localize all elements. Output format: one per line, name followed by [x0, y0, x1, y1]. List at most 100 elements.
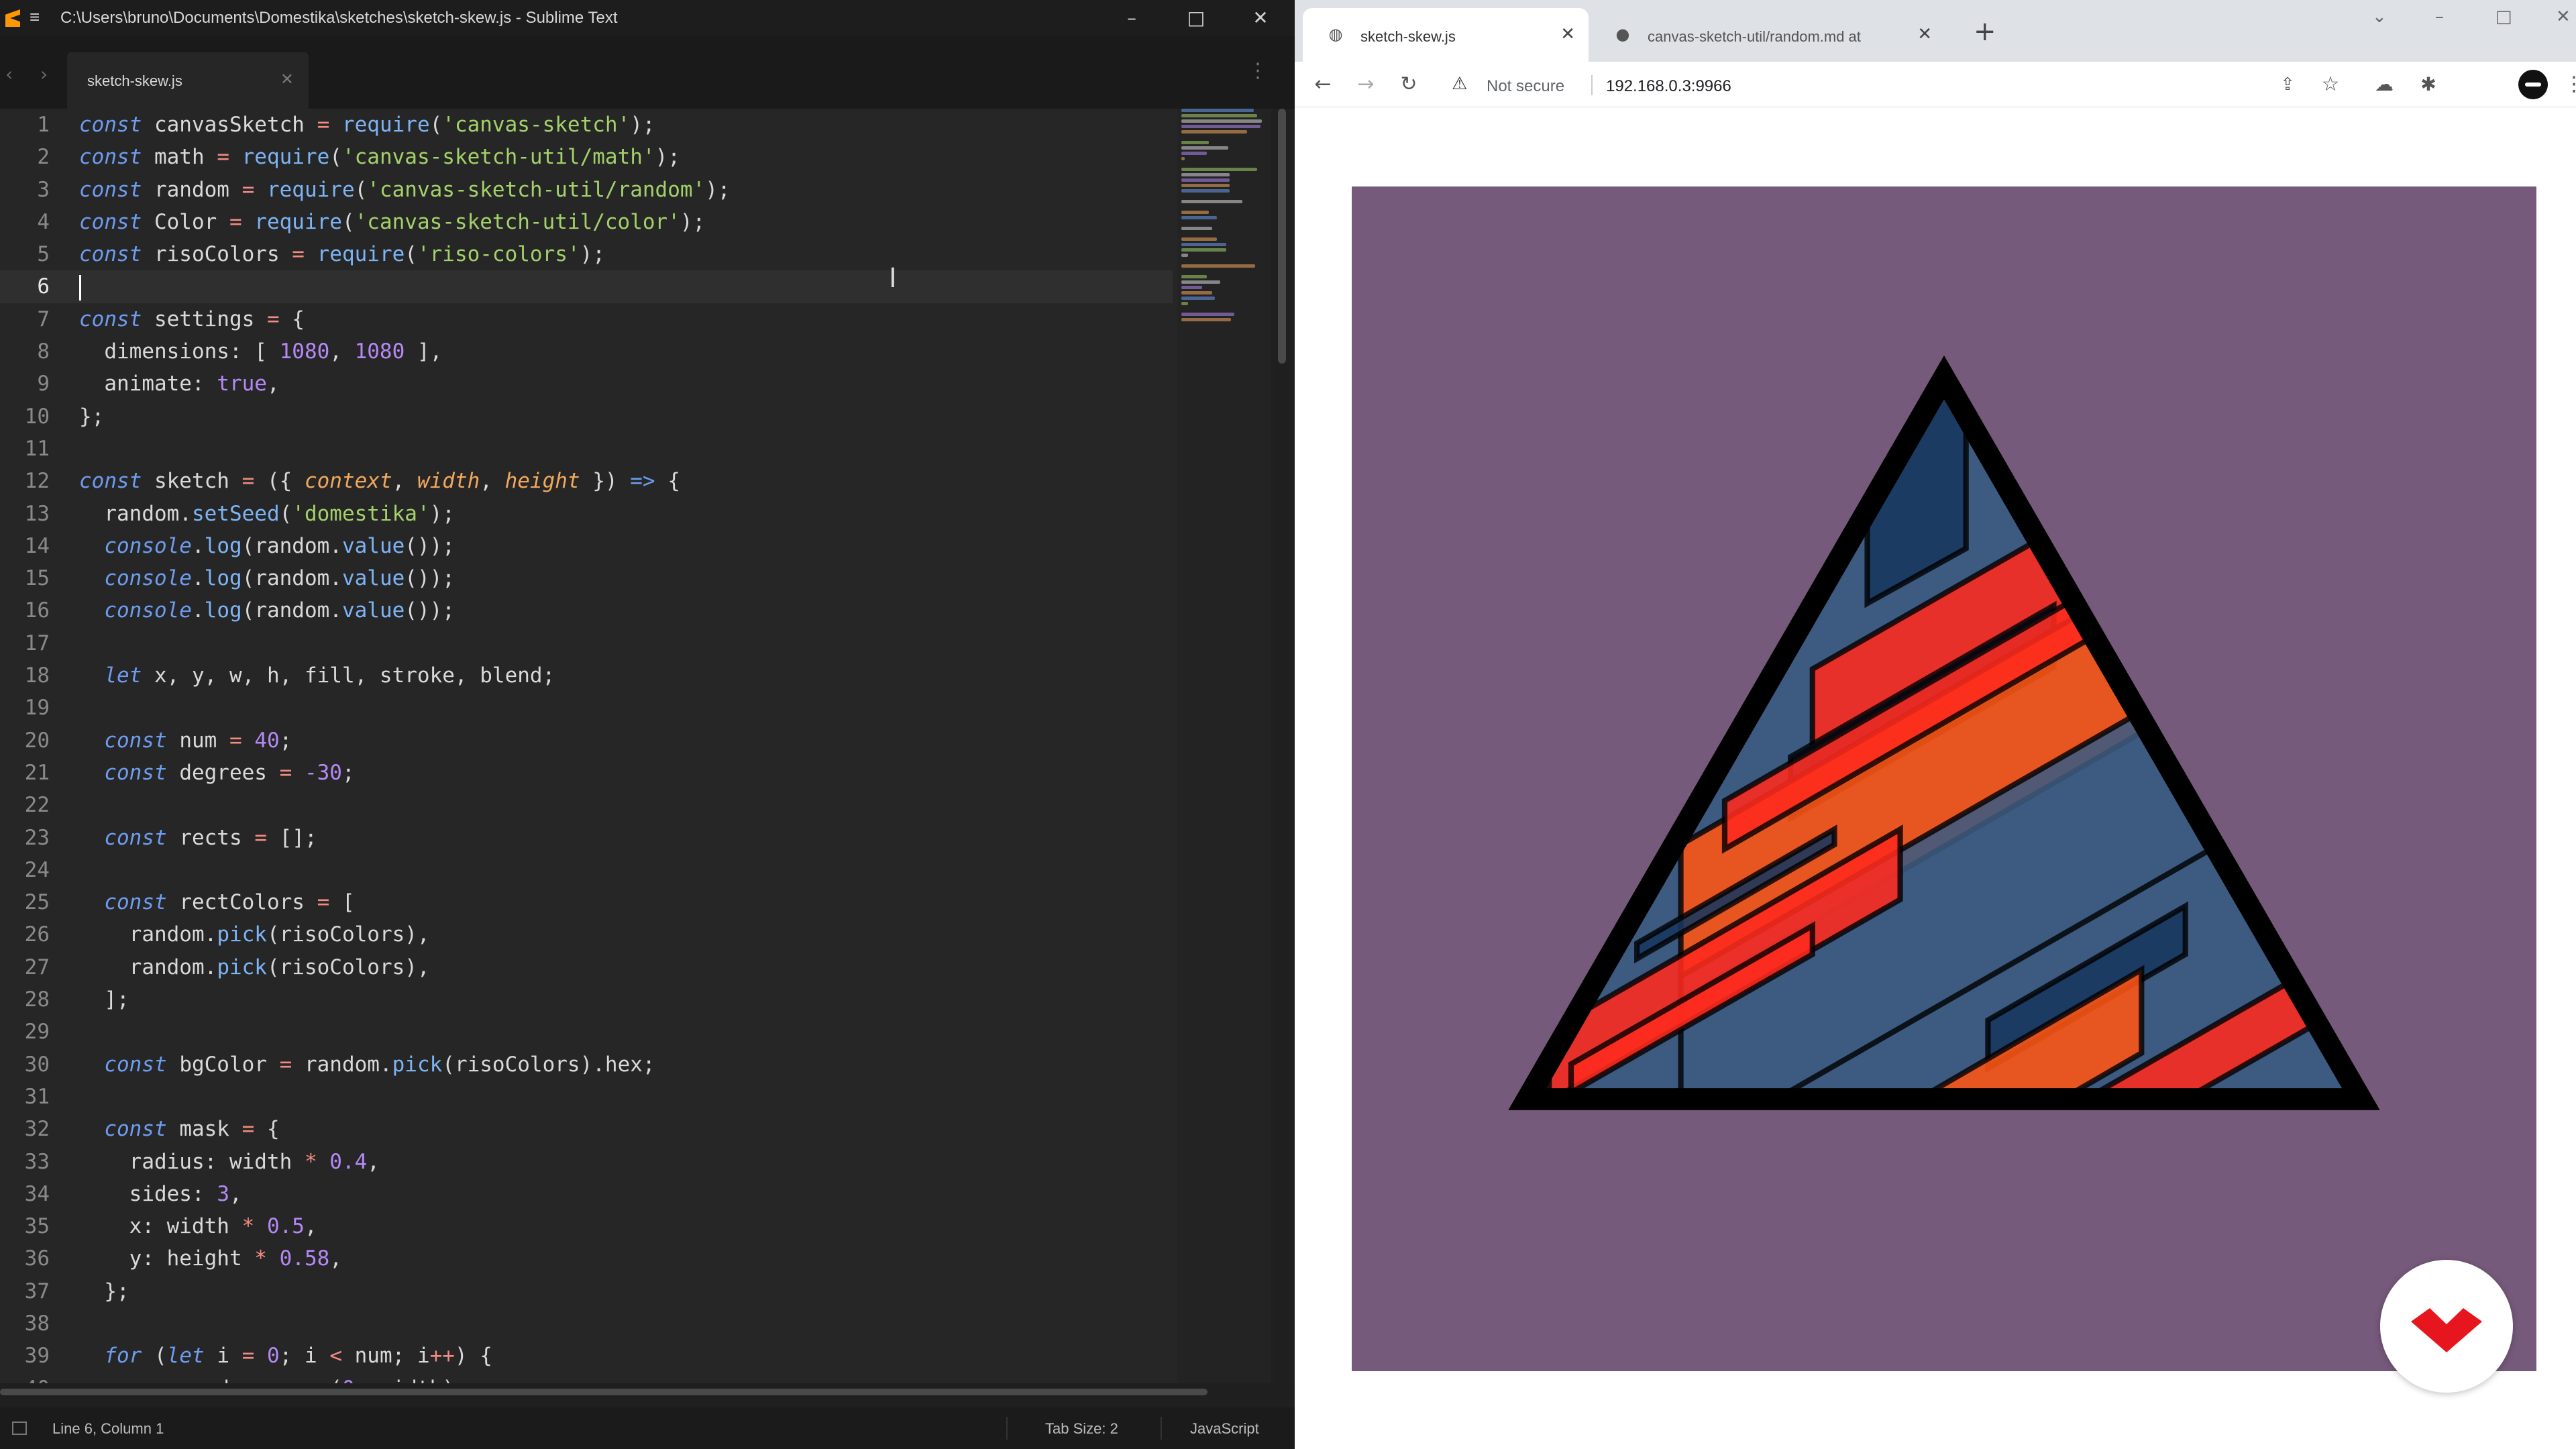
tab-size[interactable]: Tab Size: 2 [1045, 1420, 1118, 1438]
code-line[interactable]: random.pick(risoColors), [79, 951, 1173, 983]
syntax-selector[interactable]: JavaScript [1190, 1420, 1259, 1438]
code-line[interactable]: y: height * 0.58, [79, 1242, 1173, 1275]
minimap[interactable] [1177, 109, 1271, 1383]
new-tab-icon[interactable]: + [1974, 16, 1996, 47]
code-line[interactable]: for (let i = 0; i < num; i++) { [79, 1340, 1173, 1372]
code-line[interactable]: console.log(random.value()); [79, 594, 1173, 627]
tab-back-icon[interactable]: ‹ [5, 63, 13, 85]
code-line[interactable]: x = random.range(0, width); [79, 1373, 1173, 1383]
domestika-mark [2411, 1308, 2482, 1352]
scroll-thumb[interactable] [1278, 109, 1286, 364]
code-line[interactable]: ]; [79, 983, 1173, 1016]
browser-tab-close-icon[interactable]: ✕ [1560, 24, 1575, 44]
code-line[interactable]: const settings = { [79, 303, 1173, 335]
code-line[interactable] [64, 270, 1173, 303]
code-line[interactable]: sides: 3, [79, 1178, 1173, 1210]
browser-tab-github[interactable]: ● canvas-sketch-util/random.md at ✕ [1590, 8, 1945, 62]
back-icon[interactable]: ← [1309, 71, 1336, 98]
code-line[interactable] [79, 433, 1173, 465]
code-line[interactable] [79, 789, 1173, 821]
profile-avatar-icon[interactable] [2518, 70, 2548, 99]
panel-switcher-icon[interactable] [12, 1421, 27, 1435]
code-line[interactable]: console.log(random.value()); [79, 530, 1173, 562]
cursor-position[interactable]: Line 6, Column 1 [52, 1420, 164, 1438]
bookmark-star-icon[interactable]: ☆ [2317, 71, 2344, 98]
code-area[interactable]: const canvasSketch = require('canvas-ske… [64, 109, 1173, 1383]
code-line[interactable]: const degrees = -30; [79, 757, 1173, 789]
url-text[interactable]: 192.168.0.3:9966 [1606, 77, 1731, 96]
code-line[interactable]: const num = 40; [79, 724, 1173, 757]
chrome-menu-icon[interactable]: ⋮ [2564, 71, 2576, 98]
code-line[interactable]: const random = require('canvas-sketch-ut… [79, 174, 1173, 206]
sublime-title-bar[interactable]: ≡ C:\Users\bruno\Documents\Domestika\ske… [0, 0, 1295, 36]
code-line[interactable] [79, 1081, 1173, 1113]
code-line[interactable] [79, 1307, 1173, 1340]
code-token: ( [429, 113, 443, 137]
code-line[interactable]: const canvasSketch = require('canvas-ske… [79, 109, 1173, 141]
code-line[interactable]: const risoColors = require('riso-colors'… [79, 238, 1173, 270]
code-editor[interactable]: 1 2 3 4 5 6 7 8 9 10 11 12 13 14 15 16 17 18 19 20 21 22 23 24 2… [0, 109, 1177, 1383]
maximize-icon[interactable]: □ [1181, 5, 1212, 31]
code-line[interactable]: random.setSeed('domestika'); [79, 498, 1173, 530]
tab-sketch-skew[interactable]: sketch-skew.js ✕ [67, 52, 309, 109]
extensions-icon[interactable]: ✱ [2415, 71, 2442, 98]
code-line[interactable]: const rectColors = [ [79, 886, 1173, 918]
code-line[interactable]: const sketch = ({ context, width, height… [79, 465, 1173, 497]
code-line[interactable]: const mask = { [79, 1113, 1173, 1145]
address-bar[interactable]: ⚠ Not secure 192.168.0.3:9966 [1442, 67, 2267, 102]
code-token: 40 [241, 728, 280, 753]
tab-menu-icon[interactable]: ⋮ [1248, 59, 1268, 83]
code-token: }; [79, 1279, 129, 1303]
code-line[interactable]: const Color = require('canvas-sketch-uti… [79, 206, 1173, 238]
code-line[interactable]: random.pick(risoColors), [79, 918, 1173, 951]
code-token: ()); [405, 566, 455, 591]
code-token: let [166, 1344, 205, 1368]
code-line[interactable]: const bgColor = random.pick(risoColors).… [79, 1049, 1173, 1081]
line-number: 27 [24, 955, 50, 979]
scroll-thumb-horizontal[interactable] [0, 1389, 1208, 1395]
cloud-icon[interactable]: ☁ [2371, 71, 2398, 98]
tab-close-icon[interactable]: ✕ [280, 70, 294, 89]
code-line[interactable] [79, 692, 1173, 724]
code-line[interactable]: const math = require('canvas-sketch-util… [79, 141, 1173, 173]
code-token: * [254, 1246, 267, 1271]
tab-search-icon[interactable]: ⌄ [2372, 7, 2387, 27]
horizontal-scrollbar[interactable] [0, 1383, 1295, 1399]
tab-forward-icon[interactable]: › [40, 63, 48, 85]
browser-maximize-icon[interactable]: □ [2496, 7, 2512, 27]
share-icon[interactable]: ⇪ [2274, 71, 2301, 98]
browser-close-icon[interactable]: ✕ [2556, 7, 2571, 27]
code-line[interactable]: }; [79, 1275, 1173, 1307]
close-icon[interactable]: ✕ [1245, 5, 1276, 31]
security-label[interactable]: Not secure [1487, 77, 1564, 96]
code-token: ); [680, 209, 706, 234]
code-line[interactable] [79, 627, 1173, 659]
domestika-logo-icon[interactable] [2380, 1260, 2513, 1393]
warning-icon[interactable]: ⚠ [1452, 74, 1467, 94]
vertical-scrollbar[interactable] [1277, 109, 1287, 1383]
code-line[interactable]: radius: width * 0.4, [79, 1146, 1173, 1178]
code-line[interactable]: const rects = []; [79, 822, 1173, 854]
browser-tab-sketch[interactable]: ◍ sketch-skew.js ✕ [1303, 8, 1589, 62]
reload-icon[interactable]: ↻ [1395, 71, 1422, 98]
code-line[interactable]: x: width * 0.5, [79, 1210, 1173, 1242]
forward-icon[interactable]: → [1352, 71, 1379, 98]
code-line[interactable] [79, 1016, 1173, 1048]
line-number: 30 [24, 1052, 50, 1077]
code-line[interactable]: }; [79, 400, 1173, 433]
minimize-icon[interactable]: – [1116, 5, 1147, 31]
code-line[interactable]: animate: true, [79, 368, 1173, 400]
code-line[interactable]: console.log(random.value()); [79, 562, 1173, 594]
code-token: ); [630, 113, 655, 137]
code-token: const [104, 890, 167, 915]
code-token: const [79, 469, 154, 494]
browser-minimize-icon[interactable]: – [2435, 7, 2444, 27]
code-line[interactable]: dimensions: [ 1080, 1080 ], [79, 335, 1173, 368]
code-line[interactable]: let x, y, w, h, fill, stroke, blend; [79, 659, 1173, 692]
minimap-line [1181, 152, 1208, 155]
sketch-canvas[interactable] [1350, 186, 2538, 1371]
code-line[interactable] [79, 854, 1173, 886]
hamburger-menu-icon[interactable]: ≡ [30, 8, 43, 25]
browser-tab-close-icon[interactable]: ✕ [1917, 24, 1932, 44]
code-token: setSeed [191, 501, 280, 526]
